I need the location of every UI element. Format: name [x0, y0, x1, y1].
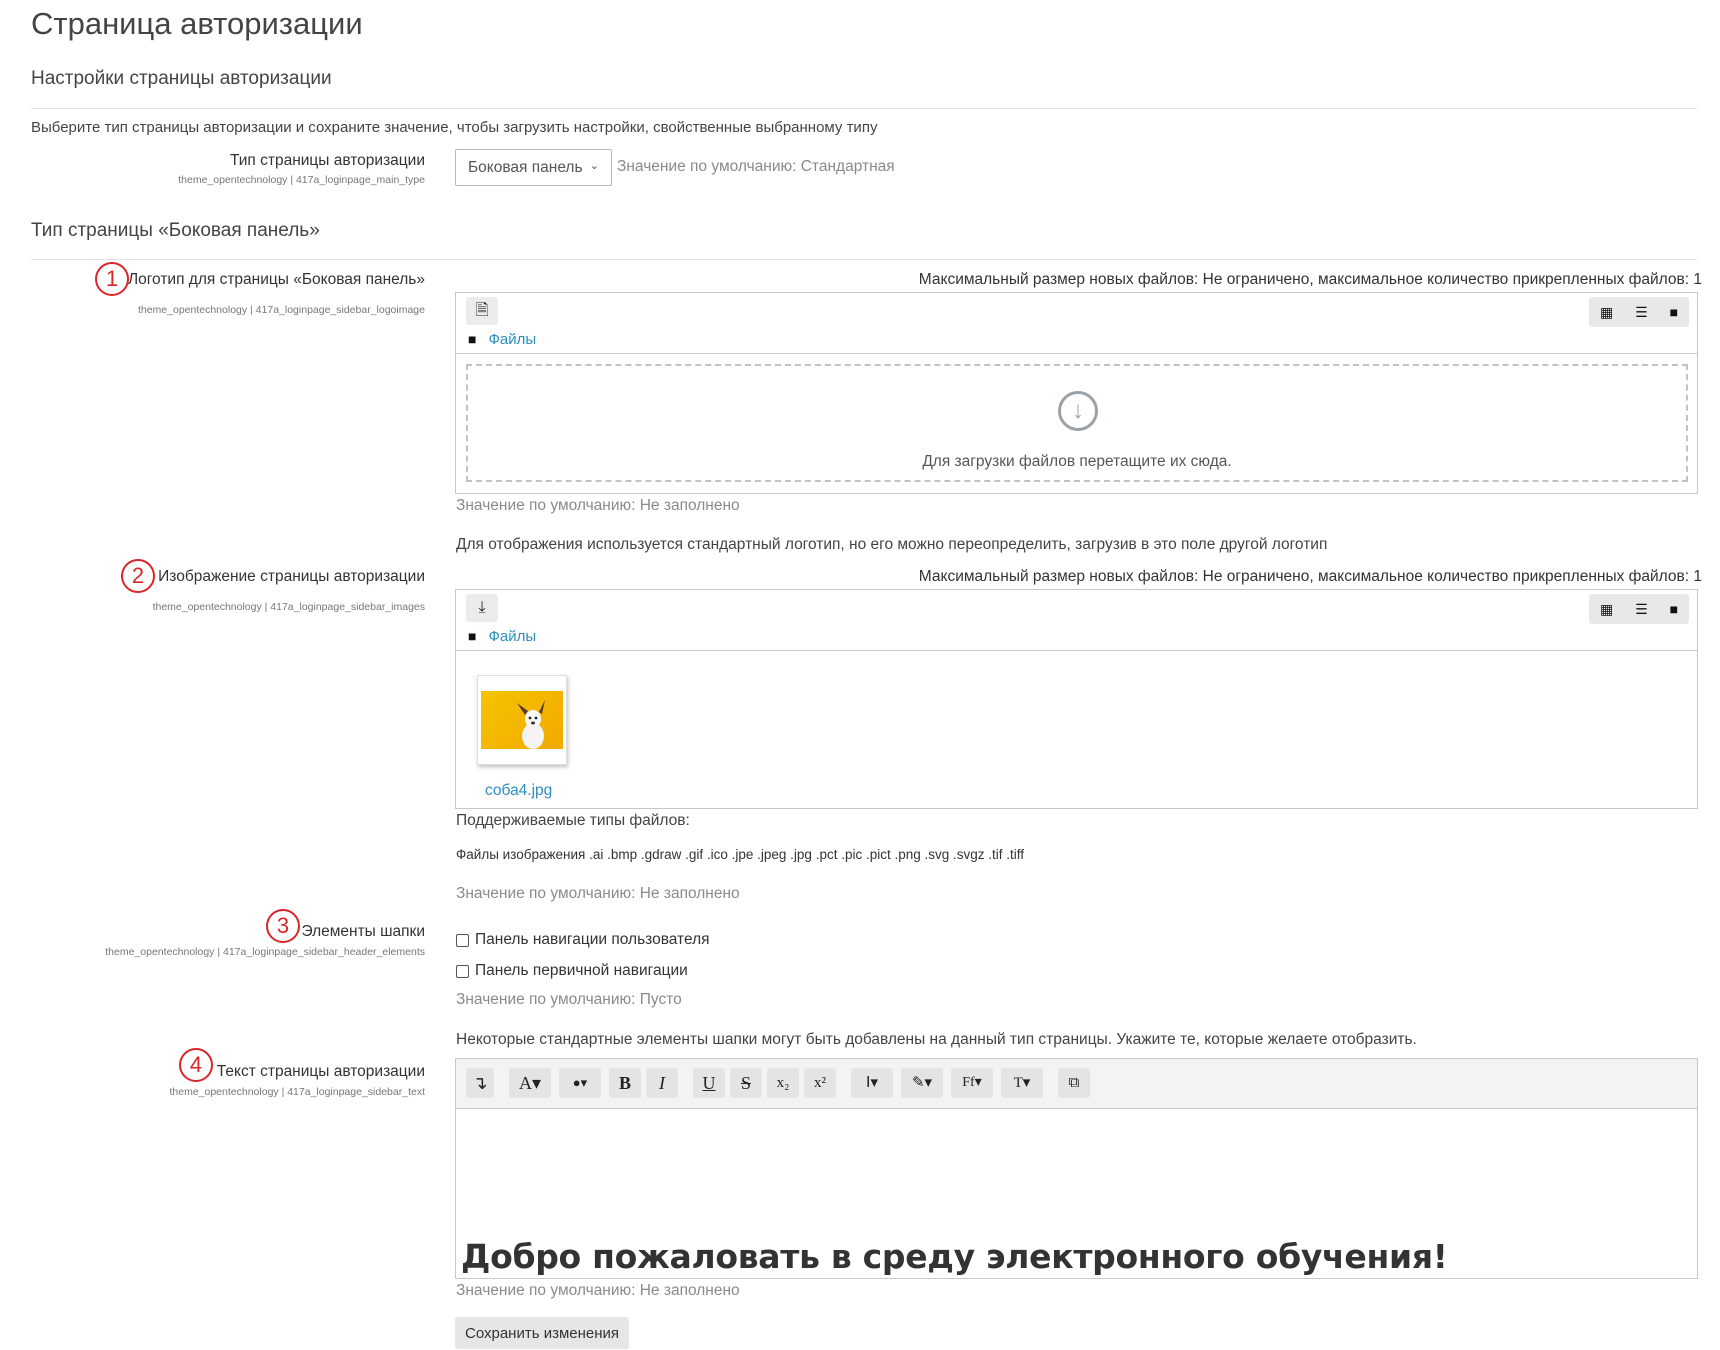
- superscript-icon[interactable]: x²: [804, 1068, 836, 1098]
- text-setting-id: theme_opentechnology | 417a_loginpage_si…: [169, 1086, 425, 1098]
- font-color-icon[interactable]: A▾: [509, 1068, 551, 1098]
- drop-zone-text: Для загрузки файлов перетащите их сюда.: [922, 453, 1232, 470]
- main-type-selected: Боковая панель: [468, 159, 583, 176]
- subscript-icon[interactable]: x₂: [767, 1068, 799, 1098]
- show-more-icon[interactable]: ↴: [466, 1068, 494, 1098]
- file-name-link[interactable]: соба4.jpg: [485, 782, 552, 800]
- grid-icon[interactable]: ▦: [1600, 601, 1613, 618]
- images-label: Изображение страницы авторизации: [158, 568, 425, 585]
- save-changes-button[interactable]: Сохранить изменения: [455, 1317, 629, 1349]
- list-icon[interactable]: ☰: [1635, 304, 1648, 321]
- file-thumbnail[interactable]: [477, 675, 567, 765]
- text-default: Значение по умолчанию: Не заполнено: [456, 1282, 740, 1299]
- supported-types-title: Поддерживаемые типы файлов:: [456, 812, 690, 829]
- page-title: Страница авторизации: [31, 6, 363, 41]
- dog-image: [481, 691, 563, 749]
- header-elements-default: Значение по умолчанию: Пусто: [456, 991, 682, 1008]
- file-picker-divider: [456, 353, 1697, 354]
- annotation-number-3: 3: [266, 909, 300, 943]
- checkbox-user-navigation[interactable]: Панель навигации пользователя: [456, 931, 710, 949]
- header-elements-setting-id: theme_opentechnology | 417a_loginpage_si…: [105, 946, 425, 958]
- images-setting-id: theme_opentechnology | 417a_loginpage_si…: [152, 601, 425, 613]
- settings-description: Выберите тип страницы авторизации и сохр…: [31, 119, 878, 136]
- checkbox[interactable]: [456, 933, 469, 947]
- main-type-setting-id: theme_opentechnology | 417a_loginpage_ma…: [178, 174, 425, 186]
- italic-icon[interactable]: I: [646, 1068, 678, 1098]
- download-icon[interactable]: ⤓: [466, 594, 498, 622]
- logo-default: Значение по умолчанию: Не заполнено: [456, 497, 740, 514]
- file-path: ■ Файлы: [468, 331, 536, 348]
- text-editor: ↴ A▾ ●▾ B I U S x₂ x² Ⅰ▾ ✎▾ Ff▾ T▾ ⧉ Доб…: [455, 1058, 1698, 1279]
- settings-section-title: Настройки страницы авторизации: [31, 68, 332, 89]
- underline-icon[interactable]: U: [693, 1068, 725, 1098]
- checkbox-primary-navigation[interactable]: Панель первичной навигации: [456, 962, 688, 980]
- header-elements-label: Элементы шапки: [301, 923, 425, 940]
- logo-file-picker: 🗎 ▦ ☰ ■ ■ Файлы ↓ Для загрузки файлов пер…: [455, 292, 1698, 494]
- annotation-number-2: 2: [121, 559, 155, 593]
- file-picker-divider: [456, 650, 1697, 651]
- background-color-icon[interactable]: ●▾: [559, 1068, 601, 1098]
- supported-types-list: Файлы изображения .ai .bmp .gdraw .gif .…: [456, 847, 1025, 862]
- text-label: Текст страницы авторизации: [216, 1063, 425, 1080]
- folder-icon[interactable]: ■: [1670, 304, 1678, 320]
- images-default: Значение по умолчанию: Не заполнено: [456, 885, 740, 902]
- chevron-down-icon: ⌄: [589, 160, 599, 172]
- folder-icon[interactable]: ■: [1670, 601, 1678, 617]
- folder-icon: ■: [468, 331, 477, 347]
- main-type-select[interactable]: Боковая панель ⌄: [455, 149, 612, 186]
- editor-toolbar: ↴ A▾ ●▾ B I U S x₂ x² Ⅰ▾ ✎▾ Ff▾ T▾ ⧉: [456, 1059, 1697, 1109]
- checkbox-label: Панель первичной навигации: [475, 962, 688, 979]
- folder-icon: ■: [468, 628, 477, 644]
- editor-content-heading[interactable]: Добро пожаловать в среду электронного об…: [461, 1237, 1448, 1276]
- checkbox-label: Панель навигации пользователя: [475, 931, 710, 948]
- strikethrough-icon[interactable]: S: [730, 1068, 762, 1098]
- drop-zone[interactable]: ↓ Для загрузки файлов перетащите их сюда…: [466, 364, 1688, 482]
- files-folder-link[interactable]: Файлы: [488, 331, 536, 348]
- align-icon[interactable]: Ⅰ▾: [851, 1068, 893, 1098]
- main-type-label: Тип страницы авторизации: [229, 152, 425, 169]
- logo-setting-id: theme_opentechnology | 417a_loginpage_si…: [137, 304, 425, 316]
- file-icon[interactable]: 🗎: [466, 297, 498, 325]
- font-family-icon[interactable]: Ff▾: [951, 1068, 993, 1098]
- annotation-number-4: 4: [179, 1048, 213, 1082]
- bold-icon[interactable]: B: [609, 1068, 641, 1098]
- clear-format-icon[interactable]: ⧉: [1058, 1068, 1090, 1098]
- brush-icon[interactable]: ✎▾: [901, 1068, 943, 1098]
- sidebar-section-title: Тип страницы «Боковая панель»: [31, 220, 320, 241]
- files-folder-link[interactable]: Файлы: [488, 628, 536, 645]
- checkbox[interactable]: [456, 964, 469, 978]
- main-type-default: Значение по умолчанию: Стандартная: [617, 158, 895, 175]
- images-max-size: Максимальный размер новых файлов: Не огр…: [918, 568, 1702, 585]
- view-switcher: ▦ ☰ ■: [1589, 297, 1689, 327]
- logo-label: Логотип для страницы «Боковая панель»: [127, 271, 425, 288]
- arrow-down-circle-icon: ↓: [1058, 391, 1098, 431]
- list-icon[interactable]: ☰: [1635, 601, 1648, 618]
- section-divider: [31, 259, 1697, 260]
- logo-help: Для отображения используется стандартный…: [456, 536, 1328, 553]
- file-path: ■ Файлы: [468, 628, 536, 645]
- view-switcher: ▦ ☰ ■: [1589, 594, 1689, 624]
- grid-icon[interactable]: ▦: [1600, 304, 1613, 321]
- header-elements-help: Некоторые стандартные элементы шапки мог…: [456, 1031, 1417, 1048]
- logo-max-size: Максимальный размер новых файлов: Не огр…: [918, 271, 1702, 288]
- images-file-picker: ⤓ ▦ ☰ ■ ■ Файлы соба4.jpg: [455, 589, 1698, 809]
- font-size-icon[interactable]: T▾: [1001, 1068, 1043, 1098]
- annotation-number-1: 1: [95, 262, 129, 296]
- section-divider: [31, 108, 1697, 109]
